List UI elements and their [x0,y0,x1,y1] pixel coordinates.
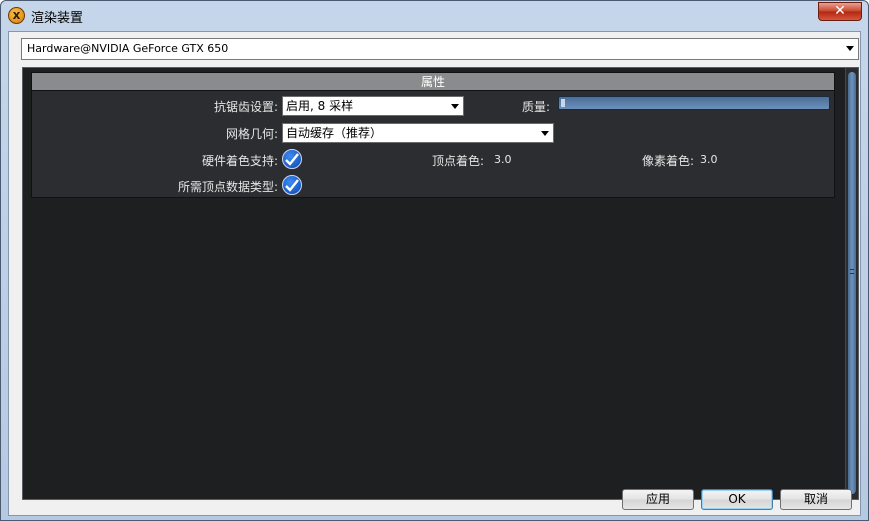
close-button[interactable]: ✕ [818,2,862,21]
vertex-data-types-checkbox[interactable] [282,175,302,195]
vertex-shading-label: 顶点着色: [431,154,484,168]
mesh-geometry-dropdown[interactable]: 自动缓存（推荐） [282,123,554,143]
dialog-body: Hardware@NVIDIA GeForce GTX 650 属性 抗锯齿设置… [8,31,861,516]
antialias-label: 抗锯齿设置: [213,100,278,114]
properties-header: 属性 [32,73,834,91]
chevron-down-icon [846,46,854,51]
cancel-button[interactable]: 取消 [780,489,852,510]
properties-group: 属性 抗锯齿设置: 启用, 8 采样 质量: 网格几何: 自动缓存（推荐） 硬件… [31,72,835,198]
hardware-shading-label: 硬件着色支持: [201,154,278,168]
antialias-dropdown-value: 启用, 8 采样 [286,99,354,113]
render-device-dialog: x 渲染装置 ✕ Hardware@NVIDIA GeForce GTX 650… [0,0,869,521]
checkmark-icon [285,153,299,166]
app-logo-icon: x [8,7,25,24]
mesh-geometry-label: 网格几何: [225,127,278,141]
quality-label: 质量: [521,100,550,114]
vertical-scrollbar[interactable] [845,68,858,499]
chevron-down-icon [451,104,459,109]
properties-panel: 属性 抗锯齿设置: 启用, 8 采样 质量: 网格几何: 自动缓存（推荐） 硬件… [22,67,859,500]
scrollbar-thumb[interactable] [848,72,856,494]
pixel-shading-value: 3.0 [700,153,718,166]
device-select[interactable]: Hardware@NVIDIA GeForce GTX 650 [21,38,859,60]
checkmark-icon [285,179,299,192]
title-bar[interactable]: x 渲染装置 ✕ [1,1,868,31]
window-title: 渲染装置 [31,11,84,26]
device-select-value: Hardware@NVIDIA GeForce GTX 650 [27,42,229,55]
grip-icon [850,269,854,274]
mesh-geometry-dropdown-value: 自动缓存（推荐） [286,126,383,140]
vertex-data-types-label: 所需顶点数据类型: [177,180,278,194]
apply-button[interactable]: 应用 [622,489,694,510]
pixel-shading-label: 像素着色: [641,154,694,168]
chevron-down-icon [541,131,549,136]
ok-button[interactable]: OK [701,489,773,510]
quality-slider[interactable] [558,96,830,110]
quality-slider-knob[interactable] [561,99,565,107]
vertex-shading-value: 3.0 [494,153,512,166]
antialias-dropdown[interactable]: 启用, 8 采样 [282,96,464,116]
hardware-shading-checkbox[interactable] [282,149,302,169]
